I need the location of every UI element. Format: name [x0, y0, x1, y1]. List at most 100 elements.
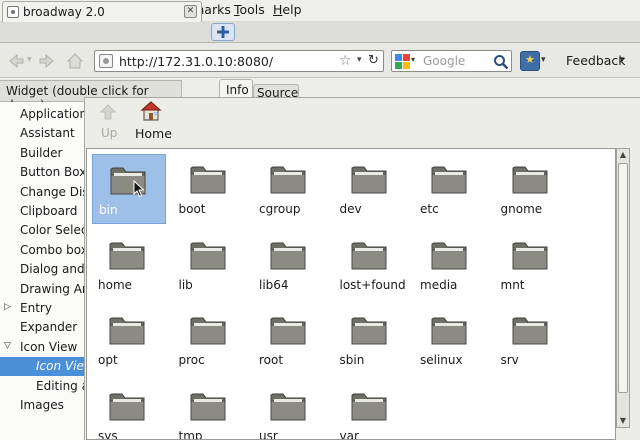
folder-item[interactable]: dev — [334, 154, 408, 224]
menu-help[interactable]: Help — [273, 2, 302, 17]
bookmarks-menu-button[interactable] — [520, 51, 540, 71]
feedback-button[interactable]: Feedback — [566, 53, 626, 68]
home-folder-button[interactable] — [140, 100, 162, 125]
menu-tools[interactable]: Tools — [234, 2, 265, 17]
tree-item[interactable]: Color Selec — [0, 221, 90, 240]
tree-item[interactable]: Expander — [0, 318, 90, 337]
tree-item-label: Editing a — [36, 378, 89, 393]
tree-item[interactable]: Editing a — [0, 377, 90, 396]
back-button[interactable] — [6, 51, 26, 71]
folder-item[interactable]: proc — [173, 305, 247, 375]
browser-tab[interactable]: broadway 2.0 ✕ — [2, 1, 202, 22]
scroll-down-icon[interactable]: ▼ — [617, 415, 629, 427]
folder-item[interactable]: usr — [253, 381, 327, 440]
tree-item-label: Clipboard — [20, 204, 78, 218]
search-icon[interactable] — [493, 54, 509, 70]
folder-item[interactable]: srv — [495, 305, 569, 375]
folder-icon — [351, 393, 386, 420]
folder-item[interactable]: gnome — [495, 154, 569, 224]
engine-dropdown-icon[interactable]: ▾ — [411, 55, 415, 64]
tree-item[interactable]: Clipboard — [0, 202, 90, 221]
feedback-dropdown-icon[interactable]: ▾ — [620, 55, 625, 65]
tree-item-label: Icon View — [20, 339, 78, 354]
folder-item[interactable]: bin — [92, 154, 166, 224]
folder-name: usr — [259, 428, 278, 440]
new-tab-button[interactable] — [211, 23, 235, 41]
tree-item[interactable]: Icon View — [0, 357, 90, 377]
folder-name: lost+found — [339, 277, 406, 292]
tree-item[interactable]: Application — [0, 105, 90, 124]
search-bar[interactable]: ▾ Google — [391, 50, 512, 72]
folder-item[interactable]: etc — [414, 154, 488, 224]
tree-item-label: Entry — [20, 301, 52, 315]
folder-item[interactable]: media — [414, 230, 488, 300]
back-history-icon[interactable]: ▾ — [27, 55, 32, 65]
folder-item[interactable]: tmp — [173, 381, 247, 439]
tree-item-label: Builder — [20, 145, 63, 160]
folder-icon — [109, 242, 145, 269]
scroll-up-icon[interactable]: ▲ — [617, 149, 629, 161]
home-icon — [140, 101, 162, 121]
folder-icon — [190, 166, 225, 194]
tree-expander-icon[interactable]: ▷ — [4, 302, 11, 312]
forward-button[interactable] — [37, 51, 57, 71]
folder-name: home — [98, 277, 133, 292]
tree-item[interactable]: Button Box — [0, 163, 90, 182]
tree-item-label: Dialog and — [20, 262, 85, 277]
url-text[interactable]: http://172.31.0.10:8080/ — [119, 54, 273, 69]
folder-icon — [351, 166, 386, 194]
folder-item[interactable]: root — [253, 305, 327, 375]
url-bar[interactable]: http://172.31.0.10:8080/ ☆ ▾ ↻ — [94, 50, 384, 72]
tree-item[interactable]: Images — [0, 396, 90, 415]
tree-item[interactable]: Combo box — [0, 241, 90, 260]
tree-item[interactable]: Assistant — [0, 124, 90, 143]
folder-item[interactable]: selinux — [414, 305, 488, 375]
tree-item[interactable]: Builder — [0, 144, 90, 163]
folder-item[interactable]: boot — [173, 154, 247, 224]
folder-icon — [190, 242, 225, 269]
folder-item[interactable]: home — [92, 230, 166, 300]
page-icon — [7, 6, 19, 18]
folder-item[interactable]: sys — [92, 381, 166, 439]
scrollbar-thumb[interactable] — [618, 163, 628, 393]
up-label[interactable]: Up — [101, 126, 117, 140]
forward-arrow-icon — [39, 53, 54, 69]
folder-item[interactable]: lost+found — [334, 230, 408, 300]
folder-item[interactable]: mnt — [495, 230, 569, 300]
url-history-dropdown-icon[interactable]: ▾ — [357, 55, 362, 65]
folder-item[interactable]: lib — [173, 230, 247, 300]
tree-item[interactable]: Change Dis — [0, 183, 90, 202]
tree-item[interactable]: Dialog and — [0, 260, 90, 279]
site-identity-icon[interactable] — [99, 54, 113, 68]
home-button[interactable] — [65, 51, 85, 71]
icon-view[interactable]: bin boot cgroup dev etc gnome home lib lib64 lost… — [86, 148, 616, 440]
folder-name: sbin — [339, 353, 365, 367]
folder-icon — [270, 166, 306, 194]
home-label[interactable]: Home — [135, 126, 172, 141]
folder-icon — [431, 166, 467, 194]
tree-item[interactable]: ▷ Entry — [0, 299, 90, 318]
tree-expander-icon[interactable]: ▽ — [4, 341, 11, 351]
plus-icon — [217, 26, 229, 38]
tab-title: broadway 2.0 — [23, 5, 105, 19]
folder-icon — [431, 242, 467, 269]
folder-icon — [270, 242, 306, 269]
tree-item[interactable]: ▽ Icon View — [0, 338, 90, 357]
folder-name: srv — [500, 353, 519, 367]
google-engine-icon[interactable] — [395, 54, 410, 69]
vertical-scrollbar[interactable]: ▲ ▼ — [616, 148, 630, 428]
search-input[interactable]: Google — [423, 54, 465, 68]
folder-item[interactable]: opt — [92, 305, 166, 375]
folder-item[interactable]: var — [334, 381, 408, 439]
tree-item[interactable]: Drawing Ar — [0, 280, 90, 299]
folder-item[interactable]: cgroup — [253, 154, 327, 224]
up-button[interactable] — [99, 103, 117, 124]
folder-item[interactable]: lib64 — [253, 230, 327, 300]
reload-icon[interactable]: ↻ — [368, 53, 379, 68]
close-tab-icon[interactable]: ✕ — [184, 5, 197, 18]
bookmarks-dropdown-icon[interactable]: ▾ — [541, 55, 546, 65]
tree-item-label: Application — [20, 107, 88, 121]
bookmark-star-icon[interactable]: ☆ — [339, 53, 352, 69]
tree-item-label: Icon View — [36, 359, 90, 374]
folder-item[interactable]: sbin — [334, 305, 408, 375]
